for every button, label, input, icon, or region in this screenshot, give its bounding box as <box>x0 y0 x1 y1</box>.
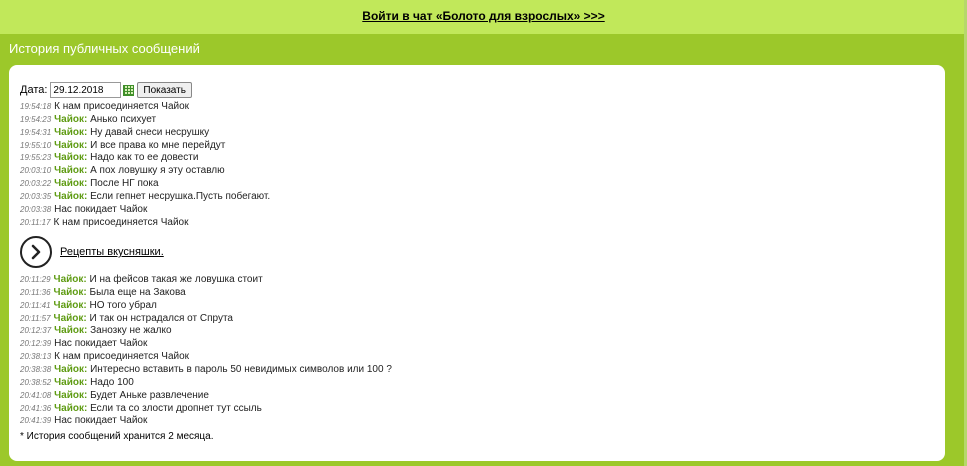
message-author[interactable]: Чайок: <box>54 178 87 189</box>
message-author[interactable]: Чайок: <box>54 377 87 388</box>
message-time: 19:55:23 <box>20 153 52 163</box>
message-time: 20:03:10 <box>20 166 52 176</box>
message-time: 20:38:52 <box>20 377 52 387</box>
message-row: 20:03:35 Чайок: Если гепнет несрушка.Пуст… <box>20 190 270 203</box>
message-text: К нам присоединяется Чайок <box>54 351 190 363</box>
message-time: 19:54:18 <box>20 102 52 111</box>
message-time: 19:55:10 <box>20 140 52 150</box>
date-filter: Дата: Показать <box>20 82 192 98</box>
message-time: 20:03:38 <box>20 204 52 214</box>
message-row: 20:03:10 Чайок: А пох ловушку я эту остав… <box>20 164 225 177</box>
message-author[interactable]: Чайок: <box>54 325 87 336</box>
message-row: 20:11:17 К нам присоединяется Чайок <box>20 216 188 229</box>
message-time: 20:03:35 <box>20 191 52 201</box>
message-author[interactable]: Чайок: <box>54 390 87 401</box>
message-time: 20:11:17 <box>20 217 51 227</box>
history-retention-note: * История сообщений хранится 2 месяца. <box>20 431 214 442</box>
message-author[interactable]: Чайок: <box>54 313 87 324</box>
message-time: 20:38:13 <box>20 352 52 362</box>
message-time: 20:38:38 <box>20 364 52 374</box>
message-text: Если та со злости дропнет тут ссыль <box>87 402 262 414</box>
date-input[interactable] <box>50 82 122 98</box>
message-time: 20:12:37 <box>20 326 52 336</box>
promo-block: Рецепты вкусняшки. <box>20 234 164 270</box>
message-author[interactable]: Чайок: <box>54 127 87 138</box>
message-author[interactable]: Чайок: <box>54 364 87 375</box>
message-text: И так он нстрадался от Спрута <box>86 312 234 324</box>
message-text: Ну давай снеси несрушку <box>87 126 210 138</box>
message-text: Будет Аньке развлечение <box>87 389 209 401</box>
recipes-link[interactable]: Рецепты вкусняшки. <box>60 246 164 258</box>
message-text: Занозку не жалко <box>87 325 172 337</box>
message-row: 19:54:23 Чайок: Анько психует <box>20 113 156 126</box>
message-row: 20:11:29 Чайок: И на фейсов такая же лову… <box>20 273 263 286</box>
message-author[interactable]: Чайок: <box>54 140 87 151</box>
message-author[interactable]: Чайок: <box>54 403 87 414</box>
message-text: И на фейсов такая же ловушка стоит <box>86 274 263 285</box>
calendar-icon[interactable] <box>123 84 135 96</box>
top-banner: Войти в чат «Болото для взрослых» >>> <box>0 0 967 34</box>
message-author[interactable]: Чайок: <box>54 191 87 202</box>
message-author[interactable]: Чайок: <box>54 114 87 125</box>
message-time: 20:11:29 <box>20 275 51 284</box>
message-author[interactable]: Чайок: <box>54 287 87 298</box>
message-time: 20:41:39 <box>20 416 52 426</box>
message-row: 20:41:36 Чайок: Если та со злости дропнет… <box>20 402 262 415</box>
message-time: 20:41:08 <box>20 390 52 400</box>
message-row: 20:38:13 К нам присоединяется Чайок <box>20 350 189 363</box>
message-row: 20:03:38 Нас покидает Чайок <box>20 203 147 216</box>
message-time: 20:41:36 <box>20 403 52 413</box>
message-text: После НГ пока <box>87 178 159 190</box>
message-row: 19:54:31 Чайок: Ну давай снеси несрушку <box>20 126 209 139</box>
message-text: А пох ловушку я эту оставлю <box>87 165 225 177</box>
message-text: К нам присоединяется Чайок <box>54 101 190 112</box>
message-text: Если гепнет несрушка.Пусть побегают. <box>87 190 271 202</box>
message-time: 20:11:41 <box>20 300 51 310</box>
message-text: Надо как то ее довести <box>87 152 199 164</box>
message-text: Надо 100 <box>87 376 134 388</box>
show-button[interactable]: Показать <box>137 82 192 98</box>
message-row: 20:11:57 Чайок: И так он нстрадался от Сп… <box>20 312 233 325</box>
message-row: 20:38:38 Чайок: Интересно вставить в паро… <box>20 363 392 376</box>
message-time: 20:11:57 <box>20 313 51 323</box>
message-author[interactable]: Чайок: <box>54 300 87 311</box>
message-row: 20:11:36 Чайок: Была еще на Закова <box>20 286 186 299</box>
message-row: 20:41:39 Нас покидает Чайок <box>20 414 147 427</box>
message-text: Была еще на Закова <box>86 286 186 298</box>
message-text: И все права ко мне перейдут <box>87 139 226 151</box>
message-text: Нас покидает Чайок <box>54 415 148 427</box>
join-chat-link[interactable]: Войти в чат «Болото для взрослых» >>> <box>362 9 604 23</box>
date-label: Дата: <box>20 84 48 96</box>
message-time: 20:03:22 <box>20 179 52 189</box>
message-time: 20:12:39 <box>20 339 52 349</box>
page-title: История публичных сообщений <box>9 41 200 56</box>
message-text: Нас покидает Чайок <box>54 203 148 215</box>
message-row: 20:12:37 Чайок: Занозку не жалко <box>20 324 172 337</box>
message-text: НО того убрал <box>86 299 157 311</box>
message-text: Интересно вставить в пароль 50 невидимых… <box>87 363 392 375</box>
message-text: К нам присоединяется Чайок <box>53 216 189 228</box>
message-row: 20:41:08 Чайок: Будет Аньке развлечение <box>20 389 209 402</box>
message-text: Нас покидает Чайок <box>54 338 148 350</box>
message-text: Анько психует <box>87 113 157 125</box>
message-time: 20:11:36 <box>20 287 51 297</box>
arrow-right-icon[interactable] <box>20 236 52 268</box>
message-time: 19:54:31 <box>20 127 52 137</box>
message-row: 19:55:23 Чайок: Надо как то ее довести <box>20 151 198 164</box>
message-row: 19:55:10 Чайок: И все права ко мне перейд… <box>20 139 225 152</box>
message-time: 19:54:23 <box>20 114 52 124</box>
message-row: 20:12:39 Нас покидает Чайок <box>20 337 147 350</box>
message-row: 20:03:22 Чайок: После НГ пока <box>20 177 159 190</box>
message-row: 19:54:18 К нам присоединяется Чайок <box>20 100 189 113</box>
message-author[interactable]: Чайок: <box>54 165 87 176</box>
message-row: 20:38:52 Чайок: Надо 100 <box>20 376 134 389</box>
message-author[interactable]: Чайок: <box>54 152 87 163</box>
message-author[interactable]: Чайок: <box>54 274 87 285</box>
history-panel: Дата: Показать 19:54:18К нам присоединяе… <box>9 65 945 461</box>
message-row: 20:11:41 Чайок: НО того убрал <box>20 299 157 312</box>
